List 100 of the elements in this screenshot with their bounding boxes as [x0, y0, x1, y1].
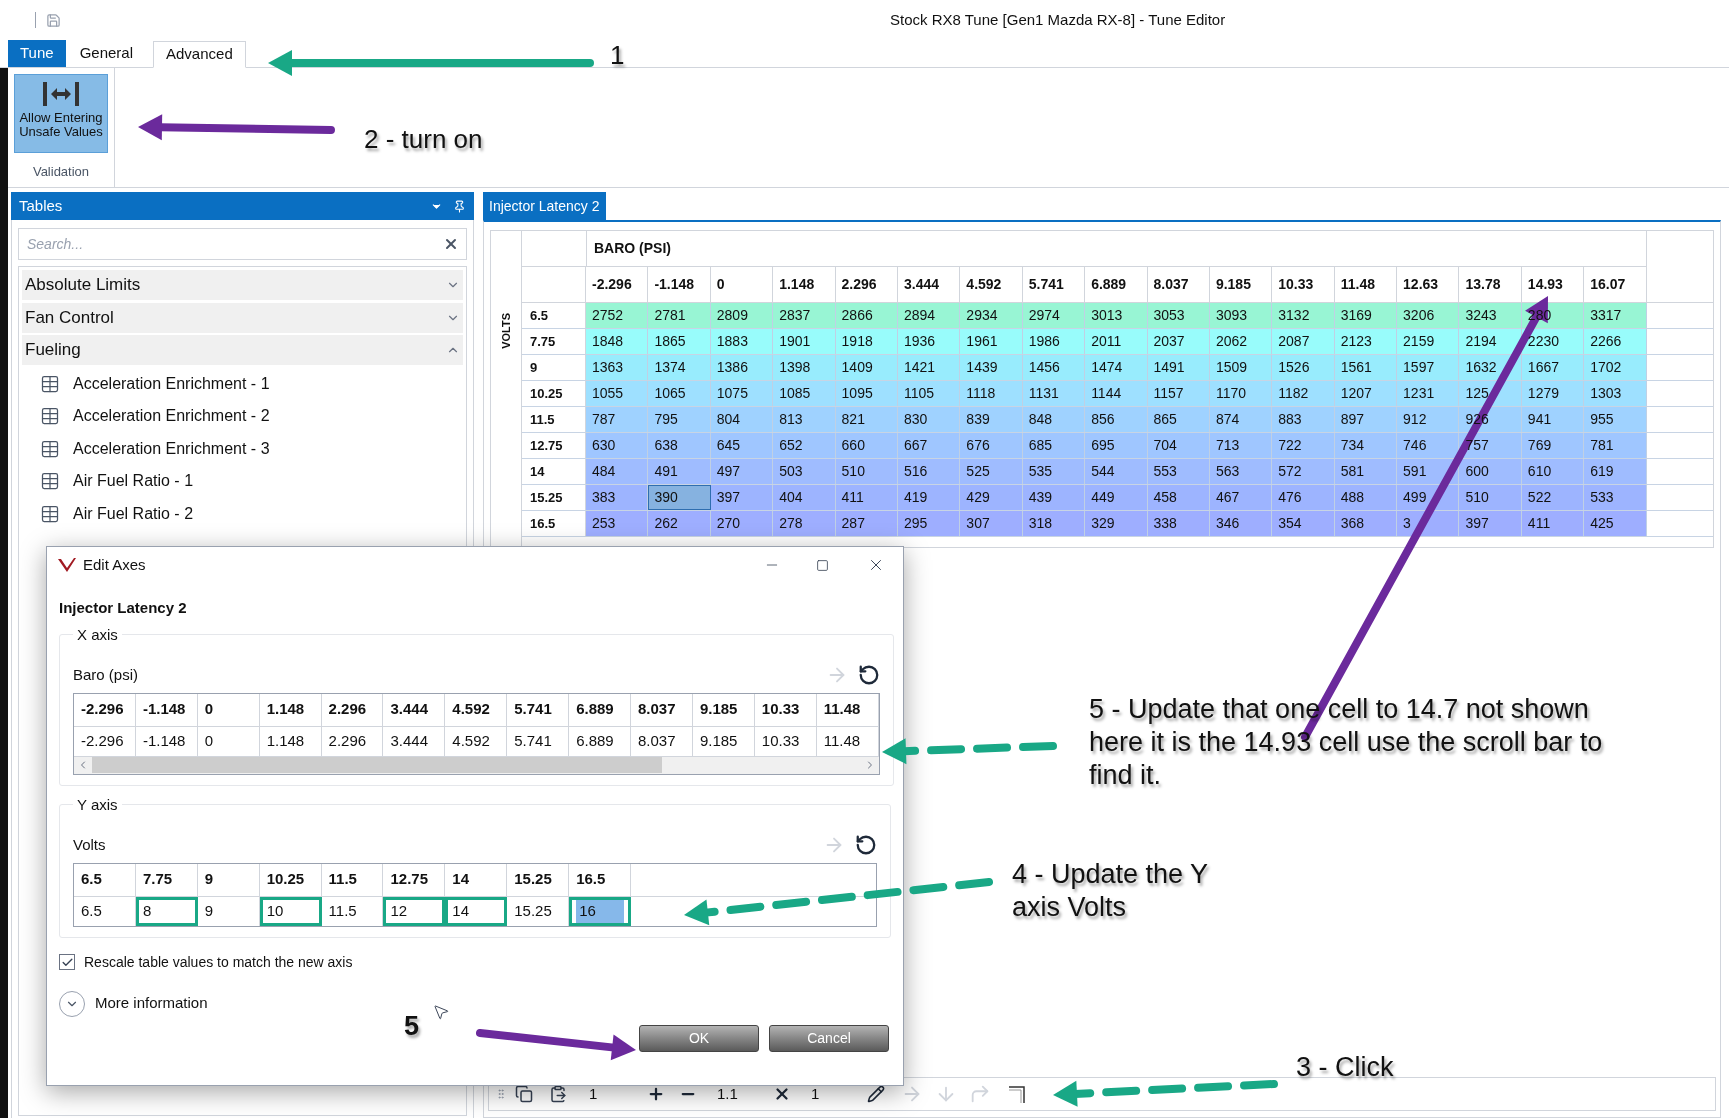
paste-icon[interactable] [549, 1085, 567, 1103]
table-cell[interactable]: 1279 [1521, 381, 1585, 406]
table-cell[interactable]: 2894 [897, 303, 961, 328]
table-cell[interactable]: 1632 [1459, 355, 1522, 380]
axis-value-cell[interactable]: 8 [135, 896, 198, 926]
table-cell[interactable]: 769 [1521, 433, 1585, 458]
table-cell[interactable]: 676 [960, 433, 1023, 458]
table-cell[interactable]: 510 [1459, 485, 1522, 510]
table-cell[interactable]: 1207 [1334, 381, 1398, 406]
axis-value-cell[interactable]: 8.037 [631, 726, 693, 756]
axis-value-cell[interactable]: 12 [383, 896, 446, 926]
table-cell[interactable]: 1118 [960, 381, 1023, 406]
checkbox-label[interactable]: Rescale table values to match the new axis [84, 951, 353, 973]
tree-group[interactable]: Fan Control [22, 302, 463, 333]
table-cell[interactable]: 1398 [773, 355, 836, 380]
table-cell[interactable]: 600 [1459, 459, 1522, 484]
dialog-button[interactable]: Cancel [769, 1024, 889, 1052]
ribbon-tab[interactable]: Advanced [153, 41, 246, 68]
table-cell[interactable]: 581 [1334, 459, 1398, 484]
reset-icon[interactable] [857, 664, 880, 687]
table-cell[interactable]: 685 [1022, 433, 1086, 458]
table-cell[interactable]: 897 [1334, 407, 1398, 432]
table-cell[interactable]: 397 [710, 485, 774, 510]
table-cell[interactable]: 2194 [1459, 329, 1522, 354]
table-cell[interactable]: 419 [897, 485, 961, 510]
table-cell[interactable]: 2062 [1209, 329, 1273, 354]
save-icon[interactable] [46, 12, 61, 28]
table-cell[interactable]: 722 [1272, 433, 1335, 458]
table-cell[interactable]: 874 [1209, 407, 1273, 432]
expand-label[interactable]: More information [95, 992, 208, 1015]
table-cell[interactable]: 544 [1085, 459, 1148, 484]
axis-value-cell[interactable]: 6.5 [74, 896, 136, 926]
ribbon-tab[interactable]: General [67, 40, 145, 67]
table-cell[interactable]: 1667 [1521, 355, 1585, 380]
table-cell[interactable]: 704 [1147, 433, 1210, 458]
table-cell[interactable]: 2087 [1272, 329, 1335, 354]
axis-value-cell[interactable]: 9.185 [692, 726, 755, 756]
table-cell[interactable]: 619 [1584, 459, 1647, 484]
table-cell[interactable]: 1474 [1085, 355, 1148, 380]
table-cell[interactable]: 1961 [960, 329, 1023, 354]
table-cell[interactable]: 1363 [586, 355, 649, 380]
table-cell[interactable]: 439 [1022, 485, 1086, 510]
table-cell[interactable]: 3 [1397, 511, 1460, 536]
table-cell[interactable]: 476 [1272, 485, 1335, 510]
table-cell[interactable]: 1386 [710, 355, 774, 380]
table-cell[interactable]: 3013 [1085, 303, 1148, 328]
table-cell[interactable]: 535 [1022, 459, 1086, 484]
table-cell[interactable]: 397 [1459, 511, 1522, 536]
table-cell[interactable]: 781 [1584, 433, 1647, 458]
table-cell[interactable]: 484 [586, 459, 649, 484]
table-cell[interactable]: 1303 [1584, 381, 1647, 406]
table-cell[interactable]: 1421 [897, 355, 961, 380]
multiplier-field[interactable]: 1.1 [717, 1082, 765, 1106]
checkbox[interactable] [59, 954, 75, 970]
table-cell[interactable]: 516 [897, 459, 961, 484]
table-cell[interactable]: 1409 [835, 355, 898, 380]
table-cell[interactable]: 1075 [710, 381, 774, 406]
table-cell[interactable]: 830 [897, 407, 961, 432]
dialog-button[interactable]: OK [639, 1024, 759, 1052]
table-cell[interactable]: 1918 [835, 329, 898, 354]
axis-value-cell[interactable]: 1.148 [259, 726, 322, 756]
table-cell[interactable]: 278 [773, 511, 836, 536]
table-cell[interactable]: 2037 [1147, 329, 1210, 354]
multiply-icon[interactable] [773, 1085, 791, 1103]
table-cell[interactable]: 1095 [835, 381, 898, 406]
table-cell[interactable]: 329 [1085, 511, 1148, 536]
table-cell[interactable]: 2123 [1334, 329, 1398, 354]
table-cell[interactable]: 1936 [897, 329, 961, 354]
table-cell[interactable]: 510 [835, 459, 898, 484]
table-cell[interactable]: 2934 [960, 303, 1023, 328]
table-cell[interactable]: 3132 [1272, 303, 1335, 328]
table-cell[interactable]: 533 [1584, 485, 1647, 510]
tree-item[interactable]: Acceleration Enrichment - 2 [73, 404, 270, 429]
table-cell[interactable]: 912 [1397, 407, 1460, 432]
table-cell[interactable]: 1561 [1334, 355, 1398, 380]
table-cell[interactable]: 1901 [773, 329, 836, 354]
table-cell[interactable]: 553 [1147, 459, 1210, 484]
table-cell[interactable]: 3053 [1147, 303, 1210, 328]
table-cell[interactable]: 488 [1334, 485, 1398, 510]
table-cell[interactable]: 1144 [1085, 381, 1148, 406]
table-cell[interactable]: 1848 [586, 329, 649, 354]
maximize-icon[interactable] [816, 558, 829, 572]
table-cell[interactable]: 1374 [648, 355, 711, 380]
pencil-icon[interactable] [867, 1085, 885, 1103]
table-cell[interactable]: 2837 [773, 303, 836, 328]
axis-value-cell[interactable]: 4.592 [445, 726, 508, 756]
axis-value-cell[interactable]: 11.5 [321, 896, 384, 926]
axis-value-cell[interactable]: 9 [197, 896, 260, 926]
table-cell[interactable]: 667 [897, 433, 961, 458]
table-cell[interactable]: 1065 [648, 381, 711, 406]
table-cell[interactable]: 2011 [1085, 329, 1148, 354]
table-cell[interactable]: 525 [960, 459, 1023, 484]
table-cell[interactable]: 458 [1147, 485, 1210, 510]
table-cell[interactable]: 411 [1521, 511, 1585, 536]
clear-icon[interactable] [443, 236, 459, 252]
table-cell[interactable]: 821 [835, 407, 898, 432]
table-cell[interactable]: 354 [1272, 511, 1335, 536]
unsafe-values-toggle[interactable]: Allow Entering Unsafe Values [14, 74, 108, 153]
axis-value-cell[interactable]: 5.741 [507, 726, 570, 756]
axis-value-cell[interactable]: 10 [259, 896, 322, 926]
